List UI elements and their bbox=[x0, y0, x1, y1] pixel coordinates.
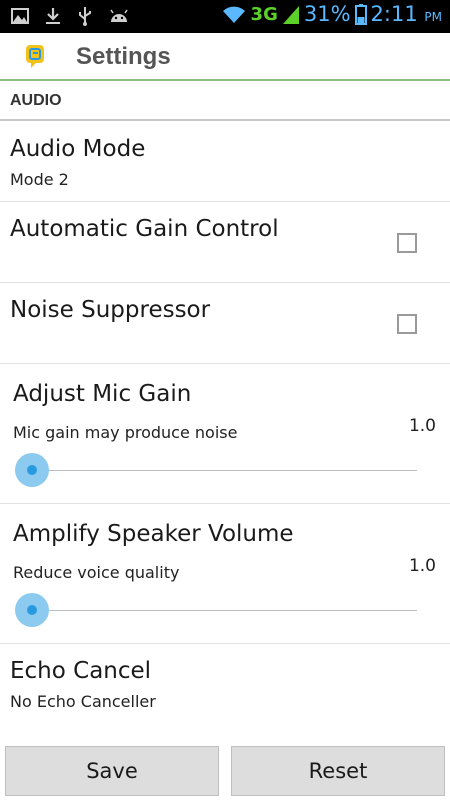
network-type: 3G bbox=[250, 3, 278, 25]
setting-summary: Reduce voice quality bbox=[13, 563, 180, 582]
clock-time: 2:11 bbox=[370, 2, 418, 26]
action-bar: Settings bbox=[0, 33, 450, 81]
noise-suppressor-checkbox[interactable] bbox=[397, 314, 417, 334]
slider-thumb-dot bbox=[27, 605, 37, 615]
reset-button[interactable]: Reset bbox=[231, 746, 445, 796]
setting-echo-cancel[interactable]: Echo Cancel No Echo Canceller bbox=[0, 644, 450, 740]
battery-percent: 31% bbox=[303, 2, 351, 26]
setting-adjust-mic-gain: Adjust Mic Gain Mic gain may produce noi… bbox=[0, 364, 450, 504]
android-icon bbox=[110, 9, 128, 22]
setting-title: Adjust Mic Gain bbox=[13, 381, 192, 407]
download-icon bbox=[46, 8, 60, 24]
setting-audio-mode[interactable]: Audio Mode Mode 2 bbox=[0, 122, 450, 202]
clock-ampm: PM bbox=[424, 10, 442, 24]
mic-gain-slider-track[interactable] bbox=[32, 470, 417, 471]
status-bar: 3G 31% 2:11 PM bbox=[0, 0, 450, 33]
slider-thumb-dot bbox=[27, 465, 37, 475]
speaker-volume-slider-track[interactable] bbox=[32, 610, 417, 611]
app-logo-icon[interactable] bbox=[22, 43, 48, 69]
notification-icons bbox=[10, 6, 130, 26]
save-button[interactable]: Save bbox=[5, 746, 219, 796]
signal-icon bbox=[282, 6, 299, 24]
setting-title: Noise Suppressor bbox=[10, 297, 211, 323]
setting-noise-suppressor[interactable]: Noise Suppressor bbox=[0, 283, 450, 364]
mic-gain-value: 1.0 bbox=[408, 416, 436, 436]
setting-title: Automatic Gain Control bbox=[10, 216, 279, 242]
speaker-volume-value: 1.0 bbox=[408, 556, 436, 576]
image-icon bbox=[11, 8, 29, 24]
setting-summary: Mic gain may produce noise bbox=[13, 423, 238, 442]
section-title: AUDIO bbox=[10, 92, 62, 109]
bottom-button-bar: Save Reset bbox=[0, 740, 450, 800]
battery-icon bbox=[354, 4, 367, 25]
setting-summary: No Echo Canceller bbox=[10, 692, 156, 711]
mic-gain-slider-thumb[interactable] bbox=[15, 453, 49, 487]
agc-checkbox[interactable] bbox=[397, 233, 417, 253]
setting-automatic-gain-control[interactable]: Automatic Gain Control bbox=[0, 202, 450, 283]
page-title: Settings bbox=[76, 43, 171, 70]
setting-title: Echo Cancel bbox=[10, 658, 152, 684]
setting-title: Audio Mode bbox=[10, 136, 146, 162]
speaker-volume-slider-thumb[interactable] bbox=[15, 593, 49, 627]
setting-title: Amplify Speaker Volume bbox=[13, 521, 294, 547]
system-status: 3G 31% 2:11 PM bbox=[221, 2, 442, 26]
setting-amplify-speaker-volume: Amplify Speaker Volume Reduce voice qual… bbox=[0, 504, 450, 644]
usb-icon bbox=[79, 7, 91, 26]
setting-summary: Mode 2 bbox=[10, 170, 69, 189]
wifi-icon bbox=[222, 6, 245, 23]
clock: 2:11 PM bbox=[371, 2, 442, 26]
section-header-audio: AUDIO bbox=[0, 83, 450, 121]
